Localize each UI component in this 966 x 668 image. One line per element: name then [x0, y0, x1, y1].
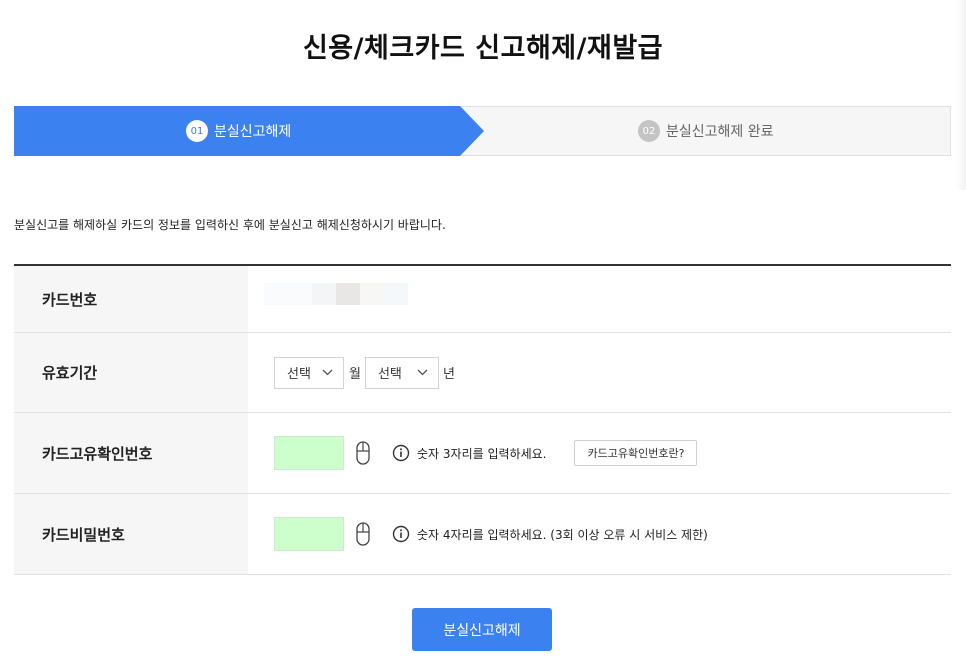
- expiry-row: 유효기간 선택 월 선택 년: [14, 333, 951, 413]
- chevron-down-icon: [322, 369, 333, 376]
- cvc-row: 카드고유확인번호 숫자 3자리를 입력하세요. 카드고유확인번호란?: [14, 413, 951, 494]
- edge-shadow: [956, 0, 966, 190]
- card-number-row: 카드번호: [14, 266, 951, 333]
- password-row: 카드비밀번호 숫자 4자리를 입력하세요. (3회 이상 오류 시 서비스 제한…: [14, 494, 951, 575]
- card-number-label: 카드번호: [14, 266, 248, 332]
- year-unit: 년: [442, 367, 455, 382]
- password-hint: 숫자 4자리를 입력하세요. (3회 이상 오류 시 서비스 제한): [417, 527, 708, 542]
- expiry-label: 유효기간: [14, 333, 248, 412]
- cvc-help-button[interactable]: 카드고유확인번호란?: [574, 440, 698, 466]
- expiry-year-selected: 선택: [377, 367, 402, 382]
- cvc-value: 숫자 3자리를 입력하세요. 카드고유확인번호란?: [248, 413, 951, 493]
- cvc-input[interactable]: [274, 436, 344, 470]
- mouse-icon[interactable]: [356, 522, 370, 546]
- password-value: 숫자 4자리를 입력하세요. (3회 이상 오류 시 서비스 제한): [248, 494, 951, 574]
- step-1-number: 01: [186, 120, 208, 142]
- info-icon: [392, 444, 410, 462]
- password-label: 카드비밀번호: [14, 494, 248, 574]
- month-unit: 월: [349, 367, 361, 382]
- expiry-value: 선택 월 선택 년: [248, 333, 951, 412]
- expiry-month-select[interactable]: 선택: [274, 356, 344, 389]
- expiry-year-select[interactable]: 선택: [364, 356, 439, 389]
- submit-unlock-button[interactable]: 분실신고해제: [412, 608, 552, 651]
- chevron-down-icon: [417, 369, 428, 376]
- step-progress: 01 분실신고해제 02 분실신고해제 완료: [14, 106, 951, 156]
- step-2: 02 분실신고해제 완료: [638, 106, 774, 156]
- step-1-label: 분실신고해제: [214, 124, 292, 140]
- mouse-icon[interactable]: [356, 441, 370, 465]
- card-info-form: 카드번호 유효기간 선택 월 선택 년 카드고유확인번호 숫자 3자리를 입력하…: [14, 264, 951, 575]
- card-number-value: [248, 266, 951, 332]
- expiry-month-selected: 선택: [287, 367, 311, 382]
- cvc-label: 카드고유확인번호: [14, 413, 248, 493]
- info-icon: [392, 525, 410, 543]
- step-2-label: 분실신고해제 완료: [666, 124, 774, 140]
- step-2-number: 02: [638, 120, 660, 142]
- step-1: 01 분실신고해제: [186, 106, 291, 156]
- cvc-hint: 숫자 3자리를 입력하세요.: [417, 446, 547, 461]
- page-title: 신용/체크카드 신고해제/재발급: [302, 33, 664, 64]
- masked-card-number: [264, 283, 408, 305]
- guide-text: 분실신고를 해제하실 카드의 정보를 입력하신 후에 분실신고 해제신청하시기 …: [14, 218, 446, 232]
- password-input[interactable]: [274, 517, 344, 551]
